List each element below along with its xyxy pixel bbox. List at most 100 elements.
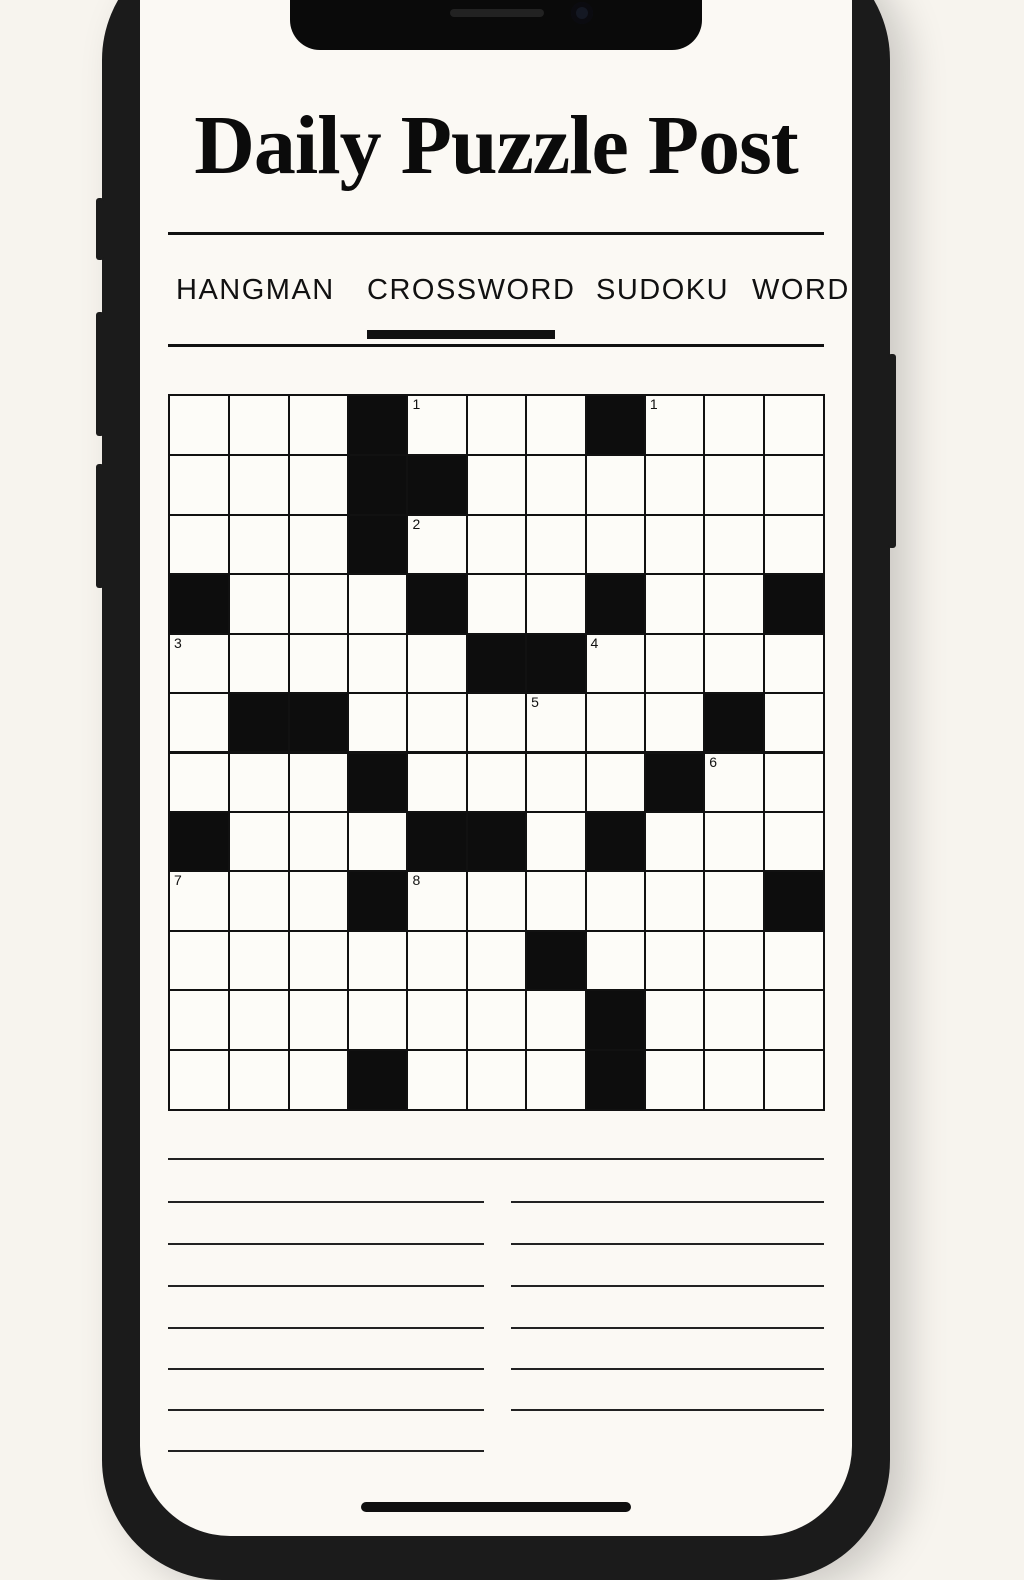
crossword-cell[interactable] — [645, 575, 704, 633]
crossword-cell[interactable]: 1 — [408, 396, 466, 455]
crossword-cell[interactable] — [764, 991, 823, 1049]
crossword-cell[interactable] — [467, 456, 526, 514]
crossword-cell[interactable] — [408, 634, 466, 693]
tab-word[interactable]: WORD — [752, 274, 850, 307]
crossword-cell[interactable] — [764, 456, 823, 514]
crossword-cell[interactable] — [289, 456, 348, 514]
crossword-cell[interactable] — [289, 1050, 348, 1109]
crossword-cell[interactable] — [586, 515, 644, 574]
crossword-cell[interactable] — [170, 753, 229, 811]
crossword-cell[interactable] — [705, 396, 763, 455]
crossword-cell[interactable] — [527, 575, 585, 633]
crossword-cell[interactable] — [645, 515, 704, 574]
crossword-cell[interactable] — [764, 396, 823, 455]
crossword-cell[interactable] — [764, 1050, 823, 1109]
crossword-cell[interactable] — [467, 515, 526, 574]
crossword-cell[interactable] — [349, 575, 407, 633]
crossword-cell[interactable] — [586, 456, 644, 514]
crossword-cell[interactable] — [408, 694, 466, 752]
crossword-cell[interactable] — [645, 456, 704, 514]
crossword-cell[interactable] — [170, 1050, 229, 1109]
crossword-cell[interactable]: 8 — [408, 872, 466, 930]
crossword-cell[interactable] — [289, 931, 348, 990]
crossword-cell[interactable] — [230, 812, 288, 871]
crossword-cell[interactable] — [586, 694, 644, 752]
crossword-cell[interactable] — [645, 931, 704, 990]
crossword-cell[interactable] — [527, 872, 585, 930]
crossword-cell[interactable] — [705, 991, 763, 1049]
crossword-cell[interactable] — [705, 931, 763, 990]
crossword-cell[interactable]: 4 — [586, 634, 644, 693]
crossword-cell[interactable] — [705, 812, 763, 871]
crossword-cell[interactable] — [289, 753, 348, 811]
crossword-cell[interactable] — [527, 753, 585, 811]
crossword-cell[interactable] — [230, 634, 288, 693]
crossword-cell[interactable] — [230, 396, 288, 455]
home-indicator[interactable] — [361, 1502, 631, 1512]
crossword-cell[interactable] — [586, 753, 644, 811]
crossword-cell[interactable] — [408, 931, 466, 990]
crossword-cell[interactable] — [764, 694, 823, 752]
crossword-cell[interactable] — [645, 1050, 704, 1109]
crossword-cell[interactable]: 3 — [170, 634, 229, 693]
crossword-cell[interactable] — [527, 991, 585, 1049]
crossword-cell[interactable] — [230, 753, 288, 811]
tab-hangman[interactable]: HANGMAN — [176, 274, 335, 307]
crossword-cell[interactable] — [289, 634, 348, 693]
crossword-cell[interactable] — [170, 515, 229, 574]
crossword-cell[interactable] — [230, 991, 288, 1049]
crossword-cell[interactable] — [705, 872, 763, 930]
crossword-cell[interactable]: 5 — [527, 694, 585, 752]
crossword-cell[interactable] — [349, 991, 407, 1049]
crossword-cell[interactable] — [289, 872, 348, 930]
crossword-cell[interactable] — [408, 1050, 466, 1109]
crossword-cell[interactable] — [764, 812, 823, 871]
crossword-cell[interactable] — [467, 931, 526, 990]
crossword-cell[interactable] — [289, 515, 348, 574]
crossword-cell[interactable]: 2 — [408, 515, 466, 574]
crossword-cell[interactable] — [230, 456, 288, 514]
tab-crossword[interactable]: CROSSWORD — [367, 274, 575, 307]
crossword-cell[interactable]: 7 — [170, 872, 229, 930]
crossword-cell[interactable] — [230, 1050, 288, 1109]
crossword-cell[interactable] — [467, 1050, 526, 1109]
crossword-cell[interactable] — [170, 931, 229, 990]
crossword-cell[interactable] — [289, 575, 348, 633]
crossword-cell[interactable] — [170, 396, 229, 455]
crossword-cell[interactable] — [170, 456, 229, 514]
crossword-cell[interactable] — [527, 812, 585, 871]
crossword-cell[interactable] — [408, 753, 466, 811]
crossword-cell[interactable] — [408, 991, 466, 1049]
crossword-cell[interactable] — [230, 872, 288, 930]
crossword-cell[interactable] — [764, 634, 823, 693]
crossword-cell[interactable] — [645, 694, 704, 752]
crossword-cell[interactable] — [705, 1050, 763, 1109]
crossword-cell[interactable]: 6 — [705, 753, 763, 811]
crossword-cell[interactable] — [467, 575, 526, 633]
crossword-cell[interactable] — [289, 396, 348, 455]
crossword-cell[interactable] — [764, 515, 823, 574]
crossword-cell[interactable] — [586, 872, 644, 930]
crossword-cell[interactable] — [645, 872, 704, 930]
crossword-cell[interactable] — [705, 515, 763, 574]
crossword-cell[interactable] — [527, 1050, 585, 1109]
crossword-cell[interactable] — [230, 515, 288, 574]
crossword-cell[interactable]: 1 — [645, 396, 704, 455]
crossword-cell[interactable] — [349, 931, 407, 990]
crossword-cell[interactable] — [764, 753, 823, 811]
crossword-cell[interactable] — [645, 812, 704, 871]
crossword-cell[interactable] — [289, 812, 348, 871]
crossword-cell[interactable] — [527, 456, 585, 514]
crossword-cell[interactable] — [764, 931, 823, 990]
crossword-cell[interactable] — [230, 931, 288, 990]
crossword-cell[interactable] — [527, 515, 585, 574]
crossword-cell[interactable] — [349, 812, 407, 871]
crossword-cell[interactable] — [230, 575, 288, 633]
crossword-cell[interactable] — [349, 694, 407, 752]
crossword-cell[interactable] — [467, 753, 526, 811]
crossword-cell[interactable] — [170, 694, 229, 752]
crossword-cell[interactable] — [467, 694, 526, 752]
crossword-cell[interactable] — [467, 396, 526, 455]
crossword-cell[interactable] — [170, 991, 229, 1049]
crossword-cell[interactable] — [586, 931, 644, 990]
